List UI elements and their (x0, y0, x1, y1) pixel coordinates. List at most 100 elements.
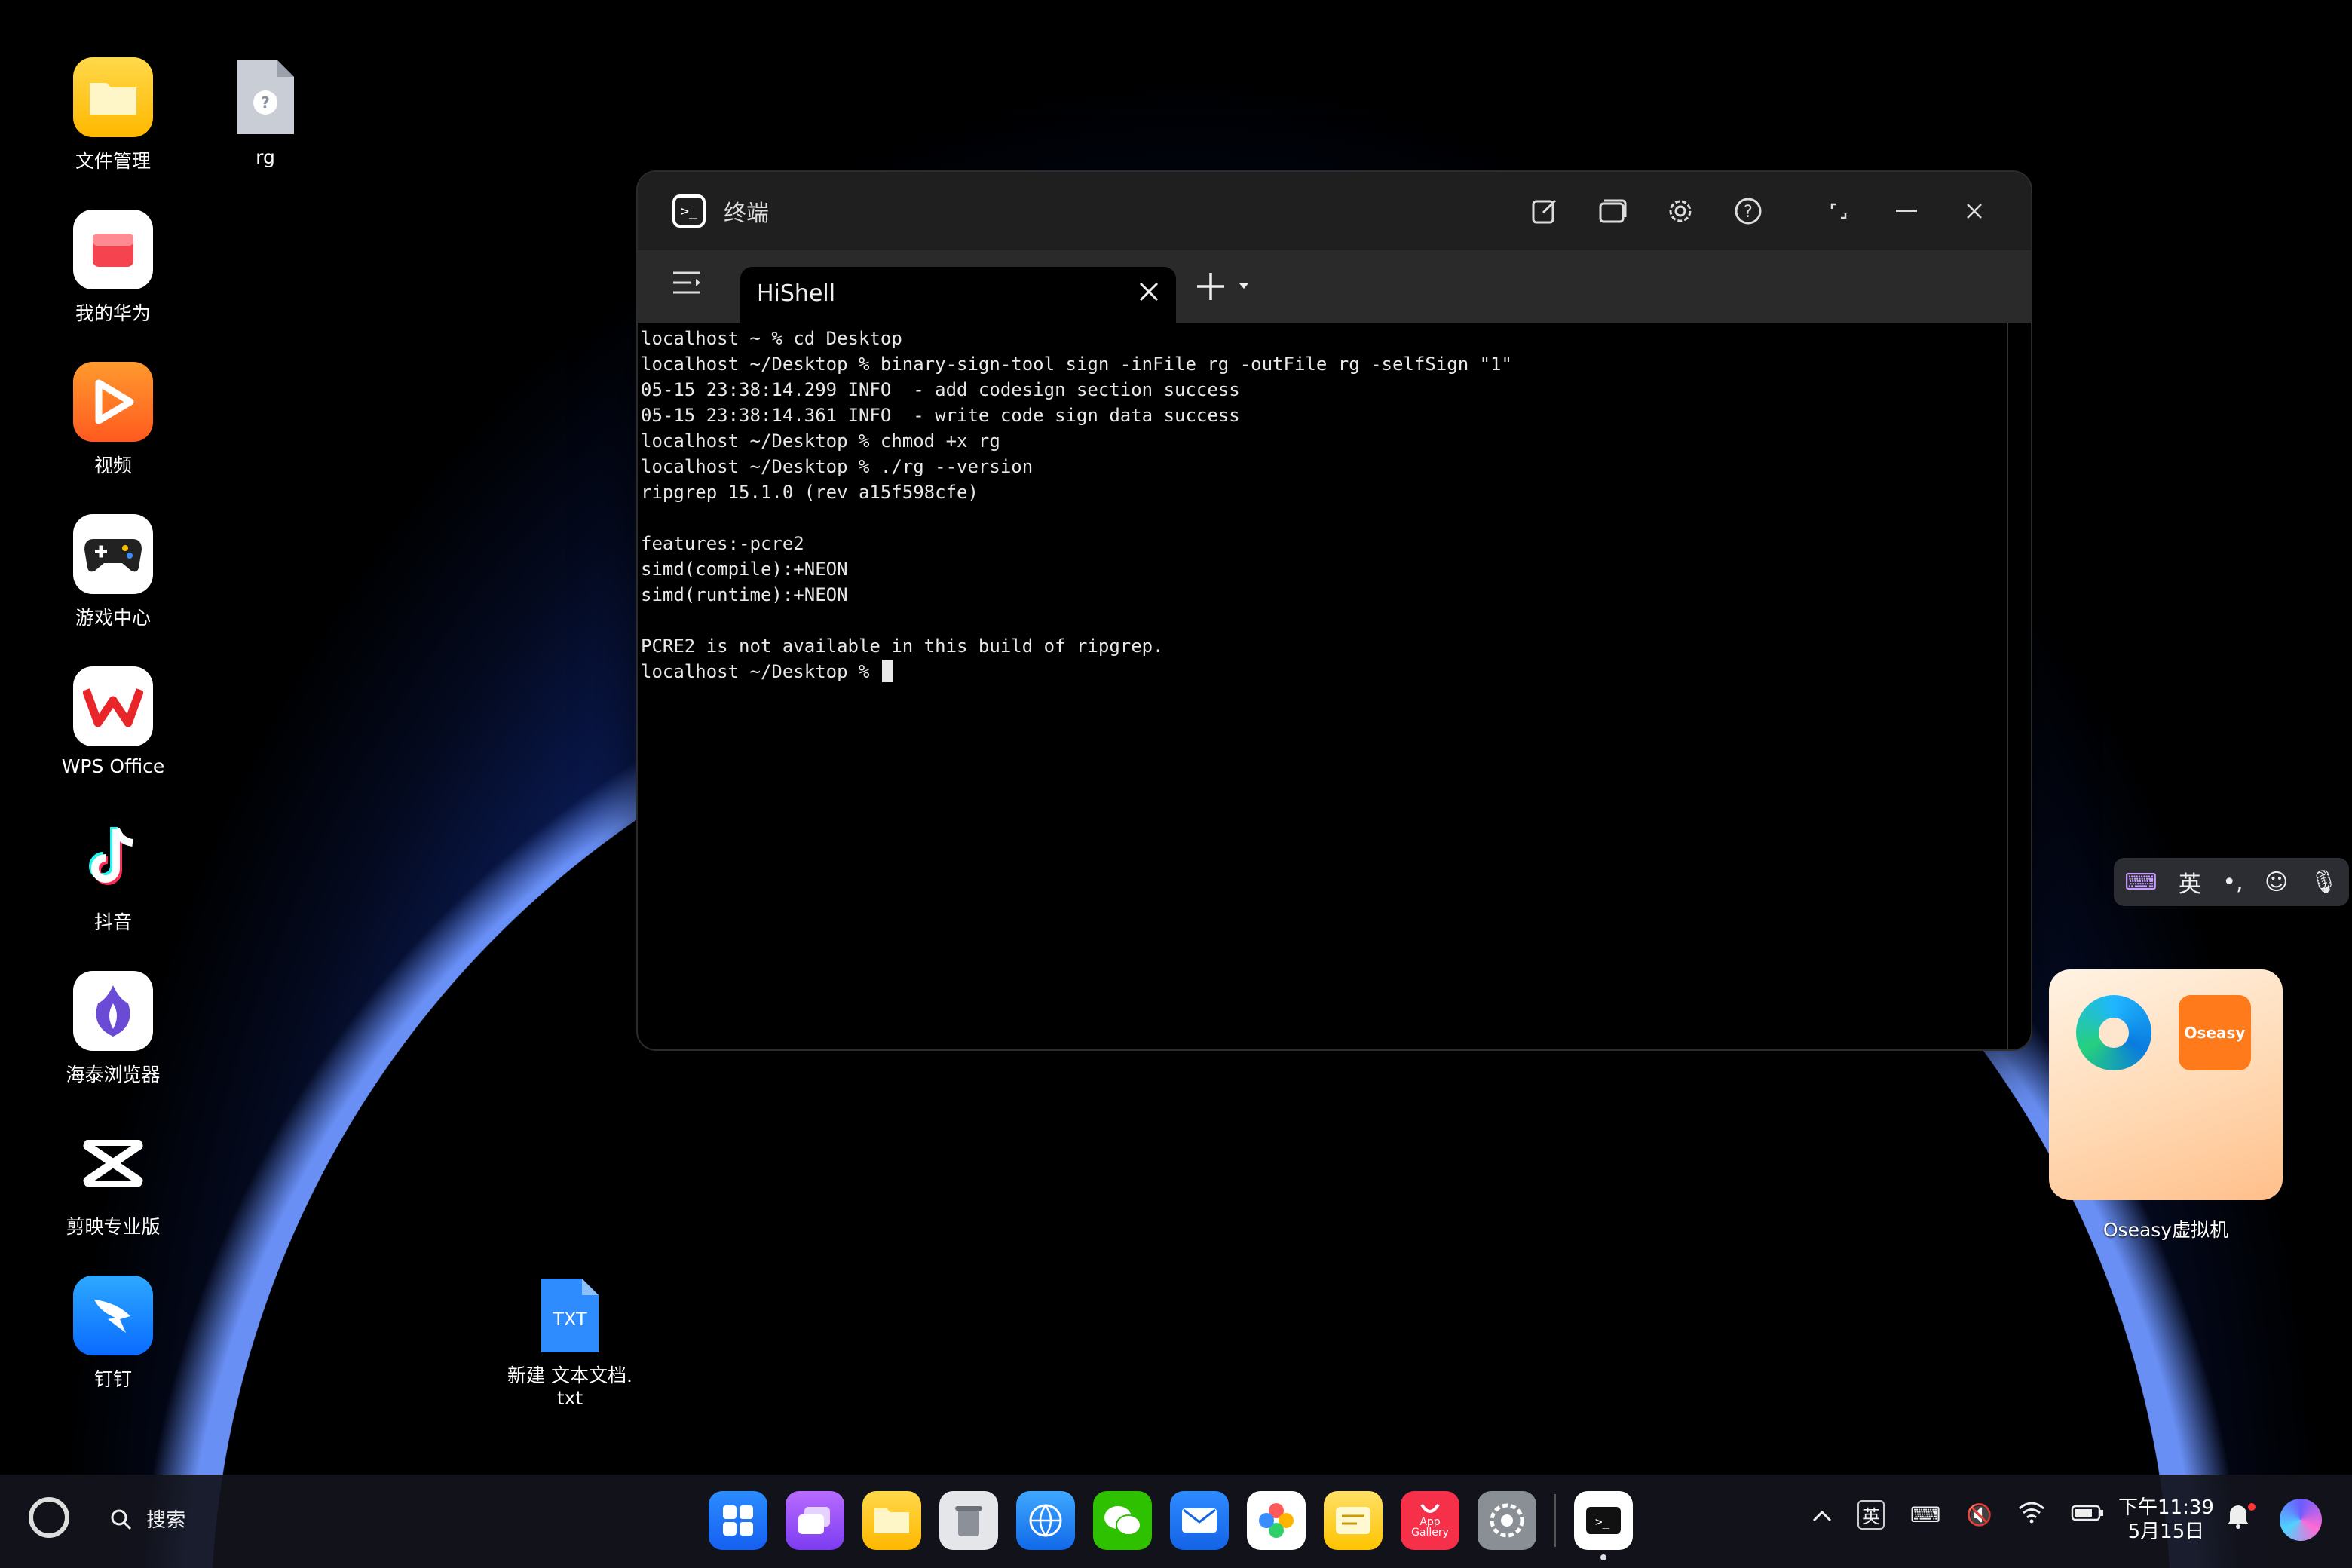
widget-label: Oseasy虚拟机 (2102, 1219, 2229, 1241)
output-line: simd(runtime):+NEON (641, 584, 848, 605)
close-icon[interactable] (1957, 194, 1992, 228)
new-tab-dropdown-icon[interactable] (1238, 274, 1250, 301)
tab-hishell[interactable]: HiShell (740, 267, 1176, 323)
dingtalk-icon (73, 1276, 153, 1355)
desktop-icon-file-manager[interactable]: 文件管理 (38, 57, 188, 173)
prompt-text: localhost ~/Desktop % (641, 661, 880, 682)
keyboard-layout-icon[interactable]: ⌨ (1910, 1502, 1940, 1527)
output-line: simd(compile):+NEON (641, 559, 848, 580)
dock-wechat-icon[interactable] (1093, 1491, 1152, 1550)
folder-icon (73, 57, 153, 137)
dock-files-icon[interactable] (862, 1491, 921, 1550)
dock-gallery-icon[interactable] (1247, 1491, 1306, 1550)
punctuation-icon[interactable]: •, (2222, 869, 2243, 896)
dock-appgallery-icon[interactable]: App Gallery (1401, 1491, 1459, 1550)
desktop-icon-label: 抖音 (93, 911, 132, 933)
terminal-output[interactable]: localhost ~ % cd Desktop localhost ~/Des… (641, 323, 2005, 1049)
minimize-icon[interactable] (1889, 194, 1924, 228)
dock-mail-icon[interactable] (1170, 1491, 1229, 1550)
keyboard-icon[interactable]: ⌨ (2124, 869, 2157, 896)
desktop-icon-haitai-browser[interactable]: 海泰浏览器 (38, 971, 188, 1087)
dock-app-launcher-icon[interactable] (709, 1491, 767, 1550)
desktop-icon-label: WPS Office (61, 755, 165, 777)
desktop-icon-my-huawei[interactable]: 我的华为 (38, 210, 188, 326)
new-tab-plus-icon[interactable] (1196, 264, 1226, 317)
terminal-window[interactable]: >_ 终端 ? HiShell localhost ~ % cd Desktop… (638, 172, 2031, 1049)
desktop-icon-game-center[interactable]: 游戏中心 (38, 514, 188, 630)
window-split-icon[interactable] (1595, 194, 1630, 228)
window-title: 终端 (724, 201, 769, 227)
input-language-indicator[interactable]: 英 (1857, 1500, 1885, 1530)
title-bar[interactable]: >_ 终端 ? (638, 172, 2031, 250)
desktop-icon-label: 新建 文本文档. txt (507, 1364, 632, 1409)
svg-text:>_: >_ (1595, 1514, 1610, 1529)
desktop-icon-rg[interactable]: ? rg (190, 57, 341, 168)
dock-terminal-icon[interactable]: >_ (1574, 1491, 1633, 1560)
scrollbar[interactable] (2007, 323, 2008, 1049)
search-button[interactable]: 搜索 (110, 1505, 185, 1533)
dock-separator (1554, 1494, 1556, 1547)
output-line: localhost ~/Desktop % chmod +x rg (641, 430, 1000, 452)
clock[interactable]: 下午11:39 5月15日 (2118, 1496, 2214, 1544)
ime-language-toggle[interactable]: 英 (2179, 865, 2201, 899)
desktop-icon-capcut[interactable]: 剪映专业版 (38, 1123, 188, 1239)
huawei-app-icon (73, 210, 153, 289)
wifi-icon[interactable] (2018, 1501, 2045, 1529)
output-line: PCRE2 is not available in this build of … (641, 635, 1164, 657)
assistant-orb-icon[interactable] (2280, 1499, 2322, 1541)
search-icon (110, 1509, 139, 1532)
dock: App Gallery >_ (709, 1491, 1651, 1560)
desktop-icon-new-txt[interactable]: TXT 新建 文本文档. txt (495, 1276, 645, 1410)
tab-bar: HiShell (638, 250, 2031, 323)
tab-label: HiShell (757, 280, 836, 307)
system-tray: 英 ⌨ 🔇 (1812, 1500, 2130, 1530)
desktop-icon-label: 游戏中心 (75, 607, 151, 629)
edge-browser-icon[interactable] (2076, 995, 2151, 1070)
text-cursor (881, 660, 893, 682)
taskbar: 搜索 App Gallery >_ 英 ⌨ 🔇 下午11:39 5月15日 (0, 1475, 2352, 1568)
edit-icon[interactable] (1527, 194, 1562, 228)
tab-close-icon[interactable] (1138, 273, 1159, 318)
dock-settings-icon[interactable] (1478, 1491, 1536, 1550)
oseasy-widget[interactable]: Oseasy (2049, 969, 2283, 1200)
microphone-icon[interactable]: 🎙 (2310, 869, 2338, 896)
battery-icon[interactable] (2071, 1502, 2104, 1527)
desktop-icon-dingtalk[interactable]: 钉钉 (38, 1276, 188, 1392)
dock-multitask-icon[interactable] (786, 1491, 844, 1550)
settings-gear-icon[interactable] (1663, 194, 1698, 228)
tab-menu-icon[interactable] (668, 267, 706, 305)
desktop-icon-label: rg (256, 146, 275, 168)
oseasy-app-icon[interactable]: Oseasy (2179, 995, 2251, 1070)
svg-text:?: ? (1744, 203, 1753, 222)
ime-toolbar: ⌨ 英 •, ☺ 🎙 (2114, 858, 2349, 906)
dock-browser-icon[interactable] (1016, 1491, 1075, 1550)
chevron-up-icon[interactable] (1812, 1502, 1832, 1527)
output-line: features:-pcre2 (641, 533, 804, 554)
terminal-app-icon: >_ (672, 194, 706, 228)
desktop-icon-wps[interactable]: WPS Office (38, 666, 188, 777)
prompt-line[interactable]: localhost ~/Desktop % (641, 659, 2005, 684)
maximize-icon[interactable] (1821, 194, 1856, 228)
clock-time: 下午11:39 (2118, 1496, 2214, 1519)
notification-bell-icon[interactable] (2225, 1502, 2256, 1536)
desktop-icon-video[interactable]: 视频 (38, 362, 188, 478)
start-button[interactable] (29, 1497, 69, 1538)
title-bar-controls: ? (1511, 172, 2008, 250)
capcut-icon (73, 1123, 153, 1203)
output-line: 05-15 23:38:14.299 INFO - add codesign s… (641, 379, 1240, 400)
desktop-icon-label: 视频 (93, 455, 132, 476)
dock-trash-icon[interactable] (939, 1491, 998, 1550)
desktop-icon-label: 海泰浏览器 (66, 1064, 161, 1086)
help-icon[interactable]: ? (1731, 194, 1766, 228)
desktop-icon-douyin[interactable]: 抖音 (38, 819, 188, 935)
browser-icon (73, 971, 153, 1051)
desktop-icon-label: 我的华为 (75, 302, 151, 324)
volume-muted-icon[interactable]: 🔇 (1966, 1502, 1992, 1527)
output-line: localhost ~/Desktop % ./rg --version (641, 456, 1034, 477)
unknown-file-icon: ? (225, 57, 305, 137)
dock-notes-icon[interactable] (1324, 1491, 1383, 1550)
emoji-icon[interactable]: ☺ (2265, 869, 2288, 896)
output-line: localhost ~ % cd Desktop (641, 328, 902, 349)
